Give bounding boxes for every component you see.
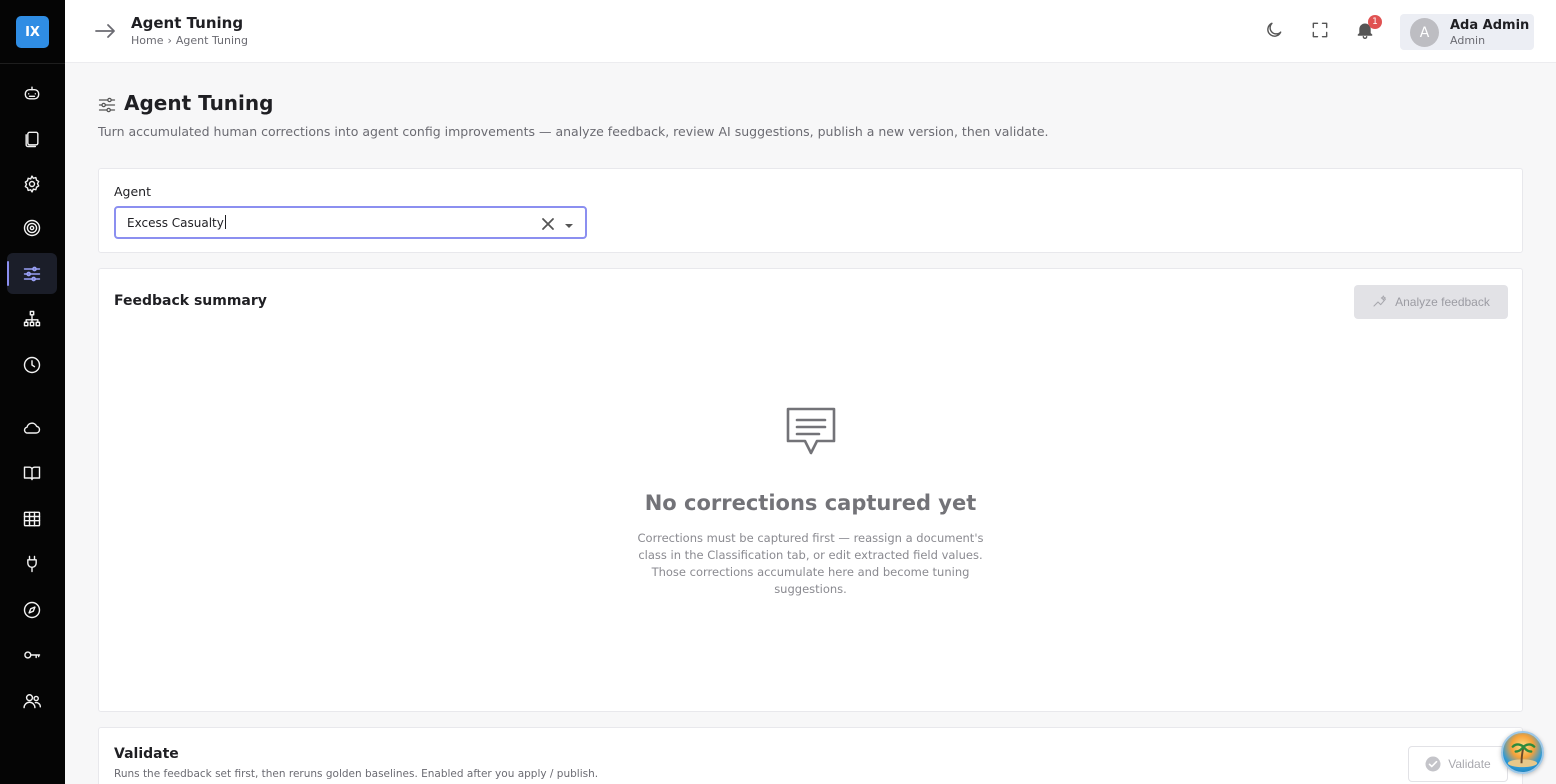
users-icon [23, 693, 42, 708]
feedback-summary-title: Feedback summary [114, 293, 267, 309]
cloud-icon [23, 421, 41, 434]
fullscreen-icon [1312, 22, 1328, 38]
user-name: Ada Admin [1450, 18, 1530, 33]
sidebar-item-tables[interactable] [7, 498, 57, 539]
analyze-feedback-button[interactable]: Analyze feedback [1354, 285, 1508, 319]
validate-description: Runs the feedback set first, then reruns… [114, 768, 599, 780]
table-icon [23, 511, 41, 526]
agent-select[interactable]: Excess Casualty [114, 206, 587, 239]
sidebar-divider [0, 63, 65, 64]
breadcrumb: Home › Agent Tuning [131, 34, 248, 47]
top-bar: Agent Tuning Home › Agent Tuning 1 A Ada… [65, 0, 1556, 63]
sidebar-item-agent-tuning[interactable] [7, 253, 57, 294]
user-menu[interactable]: A Ada Admin Admin [1400, 14, 1534, 50]
check-circle-icon [1425, 756, 1441, 772]
breadcrumb-current: Agent Tuning [175, 34, 248, 47]
validate-title: Validate [114, 746, 179, 762]
sidebar-item-keys[interactable] [7, 634, 57, 675]
tuning-icon [97, 95, 117, 115]
robot-icon [24, 85, 40, 100]
caret-down-icon[interactable] [563, 217, 575, 229]
clear-icon[interactable] [541, 216, 555, 230]
island-icon [1507, 743, 1538, 768]
page-description: Turn accumulated human corrections into … [98, 124, 1049, 139]
page-title: Agent Tuning [124, 91, 274, 115]
assistant-launcher-button[interactable] [1501, 731, 1544, 774]
header-title: Agent Tuning [131, 14, 244, 32]
user-role: Admin [1450, 34, 1486, 47]
compass-icon [23, 601, 41, 618]
feedback-summary-card: Feedback summary Analyze feedback No cor… [98, 268, 1523, 712]
agent-card: Agent Excess Casualty [98, 168, 1523, 253]
history-icon [23, 356, 41, 373]
empty-state-description: Corrections must be captured first — rea… [637, 531, 984, 596]
sliders-icon [23, 266, 41, 281]
target-icon [23, 219, 41, 236]
breadcrumb-home[interactable]: Home [131, 34, 163, 47]
sidebar: IX [0, 0, 65, 784]
expand-sidebar-button[interactable] [93, 19, 117, 43]
sidebar-item-documents[interactable] [7, 118, 57, 159]
sparkle-chart-icon [1373, 295, 1386, 307]
analyze-feedback-label: Analyze feedback [1395, 295, 1490, 309]
sidebar-item-cloud[interactable] [7, 407, 57, 448]
sidebar-item-explore[interactable] [7, 589, 57, 630]
app-logo[interactable]: IX [16, 16, 49, 48]
arrow-right-icon [95, 24, 115, 38]
plug-icon [27, 555, 37, 572]
avatar: A [1410, 18, 1439, 47]
message-icon [784, 405, 838, 457]
breadcrumb-separator: › [167, 34, 172, 47]
validate-card: Validate Runs the feedback set first, th… [98, 727, 1523, 784]
agent-select-value[interactable]: Excess Casualty [127, 215, 226, 230]
sidebar-item-history[interactable] [7, 344, 57, 385]
agent-label: Agent [114, 184, 151, 199]
key-icon [24, 650, 41, 659]
sidebar-item-agents[interactable] [7, 72, 57, 113]
sidebar-item-users[interactable] [7, 680, 57, 721]
moon-icon [1267, 22, 1282, 37]
fullscreen-button[interactable] [1310, 20, 1332, 42]
empty-state-title: No corrections captured yet [644, 491, 977, 515]
sidebar-item-integrations[interactable] [7, 543, 57, 584]
book-icon [23, 465, 41, 480]
notification-badge: 1 [1368, 15, 1382, 29]
hierarchy-icon [23, 310, 41, 326]
sidebar-item-hierarchy[interactable] [7, 298, 57, 339]
documents-icon [25, 131, 39, 147]
validate-button-label: Validate [1448, 757, 1491, 771]
sidebar-item-library[interactable] [7, 452, 57, 493]
theme-toggle-button[interactable] [1264, 20, 1286, 42]
validate-button[interactable]: Validate [1408, 746, 1508, 782]
sidebar-item-settings[interactable] [7, 163, 57, 204]
sidebar-item-goals[interactable] [7, 207, 57, 248]
gear-icon [24, 174, 40, 193]
